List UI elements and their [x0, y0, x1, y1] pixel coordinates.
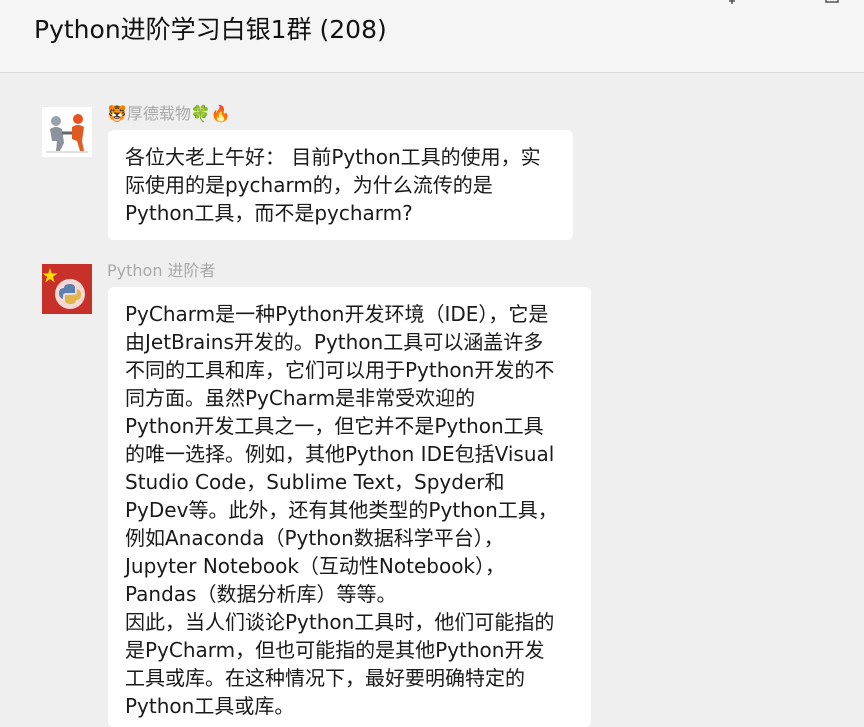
- message-line: 不同的工具和库，它们可以用于Python开发的不: [125, 358, 555, 382]
- message-line: Pandas（数据分析库）等等。: [125, 582, 397, 606]
- flag-python-avatar-icon: [42, 264, 92, 314]
- message-line: Studio Code，Sublime Text，Spyder和: [125, 470, 505, 494]
- message-line: Python工具，而不是pycharm?: [125, 201, 413, 225]
- chat-header: Python进阶学习白银1群 (208): [0, 0, 864, 73]
- message-line: 的唯一选择。例如，其他Python IDE包括Visual: [125, 442, 555, 466]
- avatar[interactable]: [42, 264, 92, 314]
- message-line: 同方面。虽然PyCharm是非常受欢迎的: [125, 386, 476, 410]
- message-line: 由JetBrains开发的。Python工具可以涵盖许多: [125, 330, 544, 354]
- message-line: Jupyter Notebook（互动性Notebook），: [125, 554, 506, 578]
- handshake-avatar-icon: [42, 107, 92, 157]
- message-line: 际使用的是pycharm的，为什么流传的是: [125, 173, 493, 197]
- maximize-icon[interactable]: [822, 0, 842, 10]
- message-line: 各位大老上午好： 目前Python工具的使用，实: [125, 145, 541, 169]
- pin-icon[interactable]: [722, 0, 742, 10]
- message-line: 工具或库。在这种情况下，最好要明确特定的: [125, 666, 525, 690]
- message-line: 例如Anaconda（Python数据科学平台），: [125, 526, 504, 550]
- message-line: 是PyCharm，但也可能指的是其他Python开发: [125, 638, 545, 662]
- message-line: Python开发工具之一，但它并不是Python工具: [125, 414, 544, 438]
- message-line: PyCharm是一种Python开发环境（IDE），它是: [125, 302, 549, 326]
- chat-title: Python进阶学习白银1群 (208): [34, 15, 387, 44]
- message-bubble[interactable]: 各位大老上午好： 目前Python工具的使用，实 际使用的是pycharm的，为…: [108, 130, 573, 240]
- message-bubble[interactable]: PyCharm是一种Python开发环境（IDE），它是 由JetBrains开…: [108, 287, 591, 727]
- sender-name: Python 进阶者: [107, 261, 216, 280]
- message-line: 因此，当人们谈论Python工具时，他们可能指的: [125, 610, 555, 634]
- sender-name: 🐯厚德载物🍀🔥: [107, 104, 231, 123]
- clipped-previous-message: [304, 74, 464, 80]
- message-line: PyDev等。此外，还有其他类型的Python工具，: [125, 498, 558, 522]
- minimize-icon[interactable]: [772, 0, 792, 10]
- message-line: Python工具或库。: [125, 694, 295, 718]
- avatar[interactable]: [42, 107, 92, 157]
